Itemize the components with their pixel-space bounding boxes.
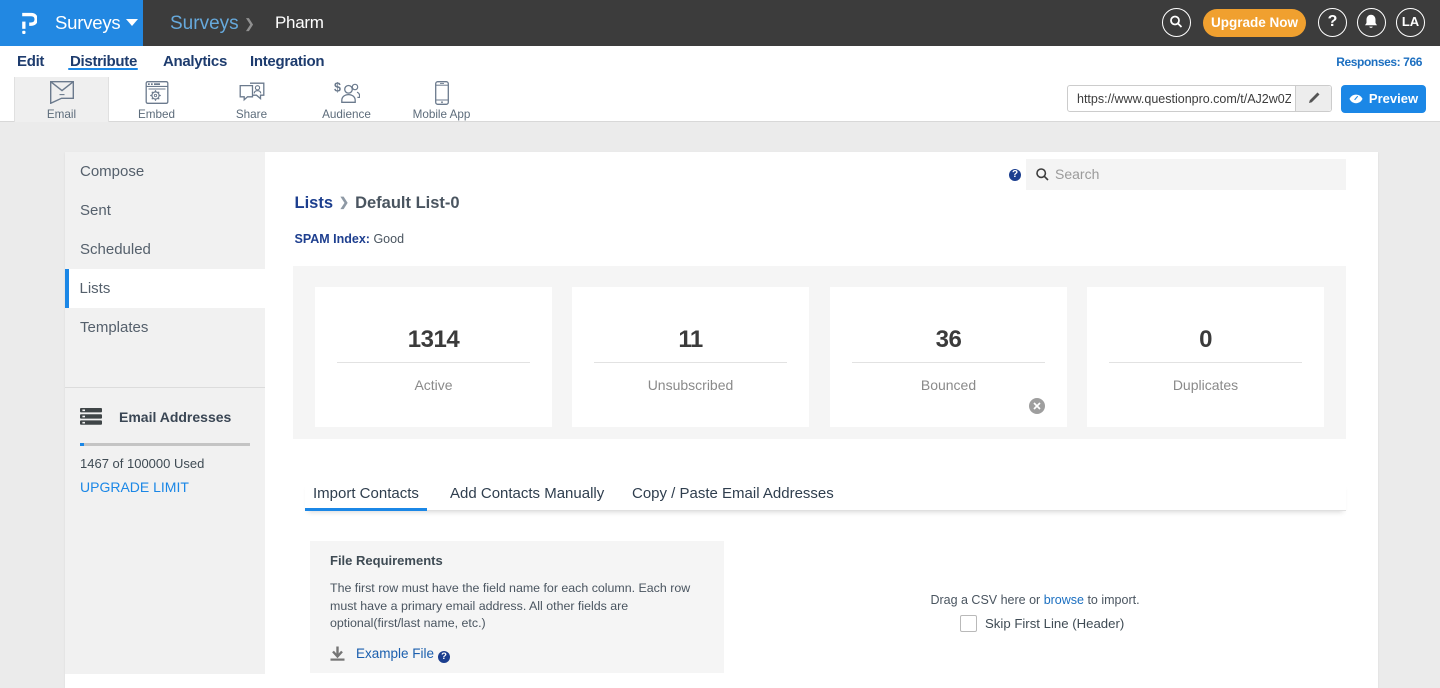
svg-text:$: $ (334, 81, 341, 95)
